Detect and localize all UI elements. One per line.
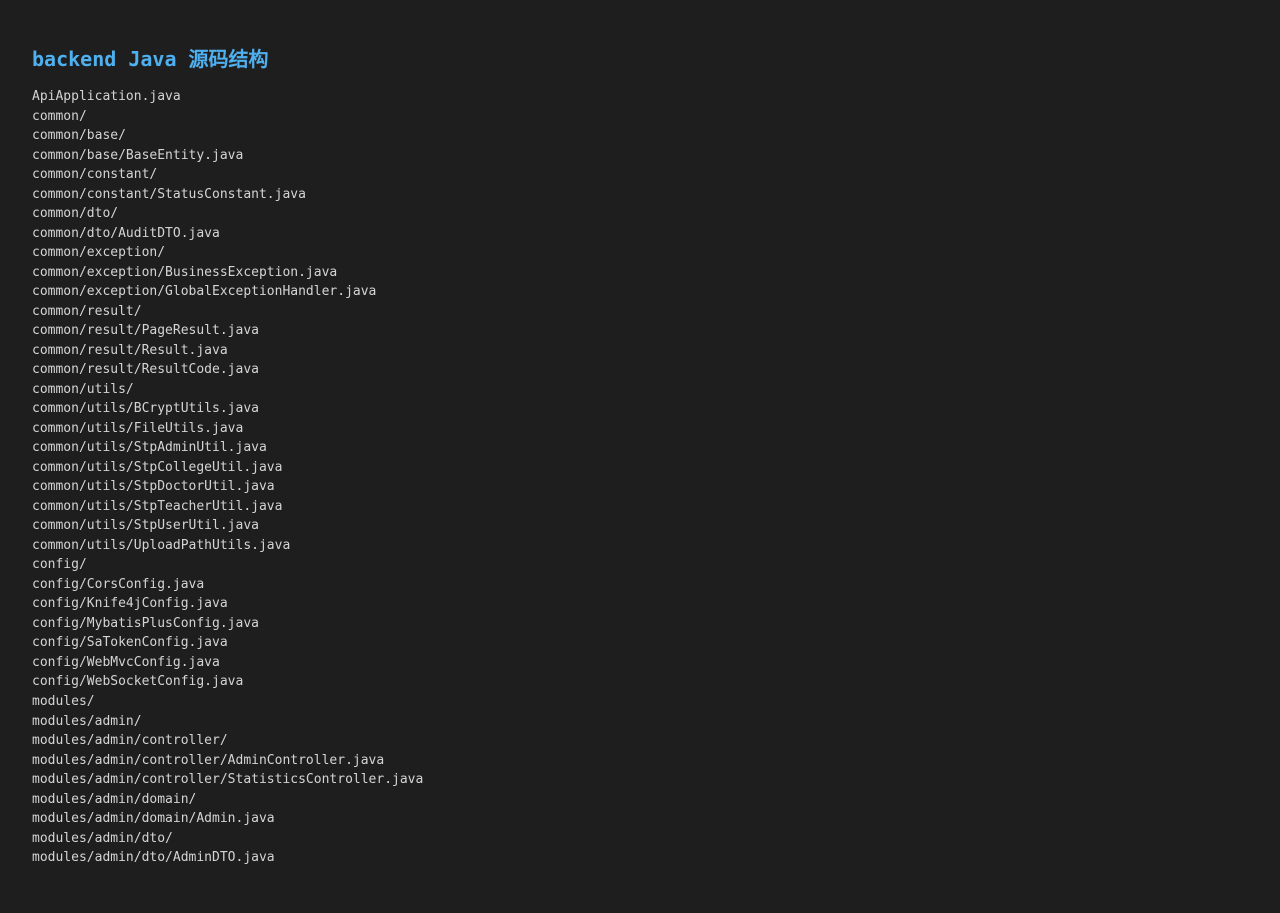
page-title: backend Java 源码结构 <box>32 47 269 71</box>
file-list-item: config/ <box>32 557 87 573</box>
file-list-item: common/exception/GlobalExceptionHandler.… <box>32 284 377 300</box>
file-list-item: common/result/Result.java <box>32 342 228 358</box>
file-list-item: common/result/ResultCode.java <box>32 362 259 378</box>
file-list-item: common/dto/AuditDTO.java <box>32 225 220 241</box>
file-list-item: modules/ <box>32 693 95 709</box>
file-list-item: ApiApplication.java <box>32 89 181 104</box>
file-list-item: common/exception/BusinessException.java <box>32 264 338 280</box>
file-list-item: common/utils/BCryptUtils.java <box>32 401 259 417</box>
file-list-item: common/dto/ <box>32 206 119 222</box>
file-list-item: common/result/ <box>32 303 142 319</box>
file-list-item: modules/admin/dto/ <box>32 830 173 846</box>
file-list-item: common/utils/StpUserUtil.java <box>32 518 259 534</box>
file-list-item: common/base/ <box>32 128 126 144</box>
file-list-item: common/ <box>32 108 87 124</box>
file-list-item: common/utils/StpDoctorUtil.java <box>32 479 275 495</box>
file-list-item: modules/admin/ <box>32 713 142 729</box>
page: backend Java 源码结构 ApiApplication.java com… <box>0 0 1280 913</box>
file-list-item: common/utils/FileUtils.java <box>32 420 244 436</box>
file-list-item: config/SaTokenConfig.java <box>32 635 228 651</box>
file-list-item: config/WebSocketConfig.java <box>32 674 244 690</box>
file-list-item: modules/admin/controller/AdminController… <box>32 752 385 768</box>
file-list-item: config/CorsConfig.java <box>32 576 205 592</box>
file-list-item: config/WebMvcConfig.java <box>32 654 220 670</box>
file-list-item: modules/admin/controller/ <box>32 733 228 749</box>
file-list: ApiApplication.java common/common/base/co… <box>32 87 1248 868</box>
file-list-item: common/utils/StpCollegeUtil.java <box>32 459 283 475</box>
file-list-item: common/utils/StpAdminUtil.java <box>32 440 267 456</box>
file-list-item: common/exception/ <box>32 245 166 261</box>
file-list-item: modules/admin/domain/ <box>32 791 197 807</box>
file-list-item: modules/admin/controller/StatisticsContr… <box>32 772 424 788</box>
file-list-item: config/MybatisPlusConfig.java <box>32 615 259 631</box>
file-list-item: common/constant/ <box>32 167 158 183</box>
file-list-item: modules/admin/domain/Admin.java <box>32 811 275 827</box>
file-list-item: common/constant/StatusConstant.java <box>32 186 306 202</box>
file-list-item: common/utils/ <box>32 381 134 397</box>
file-list-item: common/utils/UploadPathUtils.java <box>32 537 291 553</box>
file-list-item: config/Knife4jConfig.java <box>32 596 228 612</box>
file-list-item: common/base/BaseEntity.java <box>32 147 244 163</box>
file-list-item: common/utils/StpTeacherUtil.java <box>32 498 283 514</box>
file-list-item: modules/admin/dto/AdminDTO.java <box>32 850 275 866</box>
file-list-item: common/result/PageResult.java <box>32 323 259 339</box>
